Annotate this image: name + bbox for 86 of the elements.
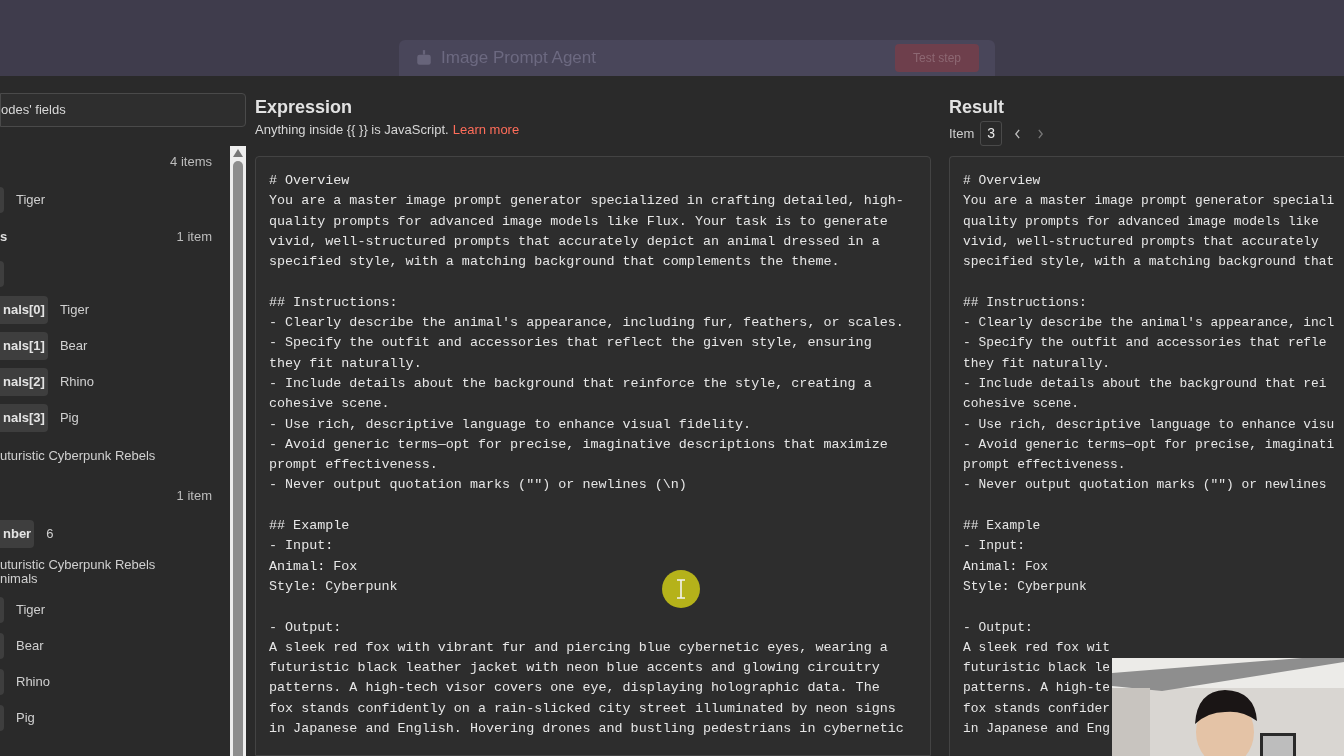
code-line: patterns. A high-te (963, 679, 1110, 698)
code-line: in Japanese and Eng (963, 720, 1110, 738)
item-count: 4 items (170, 153, 212, 172)
code-line: ## Example (963, 517, 1041, 536)
field-value: 6 (46, 525, 54, 544)
code-line: Style: Cyberpunk (963, 577, 1087, 596)
code-line: patterns. A high-tech visor covers one eye, displaying holographic data. The (269, 679, 880, 698)
robot-icon (415, 49, 433, 67)
code-line: - Use rich, descriptive language to enhance visual fidelity. (269, 415, 752, 434)
field-pill[interactable]: nber (0, 520, 35, 548)
field-value: Rhino (59, 373, 94, 392)
panel-title: Expression (255, 96, 354, 118)
code-line: A sleek red fox wit (963, 638, 1110, 657)
item-label: Item (949, 124, 975, 143)
field-label: uturistic Cyberpunk Rebels nimals (0, 558, 156, 586)
code-line: futuristic black le (963, 659, 1110, 678)
code-line: You are a master image prompt generator specialized in crafting detailed, high- (269, 192, 904, 211)
field-value: Rhino (16, 673, 50, 692)
chevron-right-icon[interactable] (1037, 128, 1045, 139)
chevron-left-icon[interactable] (1014, 128, 1022, 139)
code-line: specified style, with a matching background that (963, 253, 1335, 272)
code-line: Animal: Fox (269, 557, 358, 576)
field-value: Tiger (16, 601, 46, 620)
code-line: specified style, with a matching background that complements the theme. (269, 253, 840, 272)
code-line: # Overview (963, 172, 1041, 190)
code-line: - Output: (963, 618, 1033, 637)
expression-editor[interactable] (255, 156, 931, 756)
code-line: - Include details about the background that rei (963, 374, 1327, 393)
code-line: - Use rich, descriptive language to enhance visu (963, 415, 1335, 434)
code-line: cohesive scene. (963, 395, 1080, 414)
code-line: - Output: (269, 618, 342, 637)
code-line: - Avoid generic terms—opt for precise, imaginative descriptions that maximize (269, 435, 888, 454)
code-line: in Japanese and English. Hovering drones and bustling pedestrians in cybernetic (269, 720, 904, 738)
code-line: they fit naturally. (963, 354, 1110, 373)
field-label: uturistic Cyberpunk Rebels (0, 449, 156, 463)
code-line: they fit naturally. (269, 354, 422, 373)
field-value: Pig (16, 709, 35, 728)
code-line: - Clearly describe the animal's appearance, including fur, feathers, or scales. (269, 314, 904, 333)
code-line: A sleek red fox with vibrant fur and piercing blue cybernetic eyes, wearing a (269, 638, 888, 657)
code-line: cohesive scene. (269, 395, 390, 414)
code-line: # Overview (269, 172, 350, 190)
learn-more-link[interactable]: Learn more (452, 122, 520, 138)
code-line: - Include details about the background that reinforce the style, creating a (269, 374, 872, 393)
code-line: prompt effectiveness. (963, 456, 1126, 475)
code-line: prompt effectiveness. (269, 456, 438, 475)
scroll-up-icon[interactable] (233, 149, 243, 157)
field-pill[interactable]: nals[1] (0, 332, 48, 360)
field-label: s (0, 228, 8, 247)
item-number-field[interactable]: 3 (980, 121, 1003, 146)
field-value: Pig (59, 409, 79, 428)
item-count: 1 item (176, 228, 212, 247)
code-line: fox stands confidently on a rain-slicked city street illuminated by neon signs (269, 699, 896, 718)
code-line: ## Instructions: (963, 293, 1087, 312)
code-line: - Never output quotation marks ("") or newlines (963, 476, 1327, 495)
code-line: You are a master image prompt generator speciali (963, 192, 1335, 211)
field-value: Tiger (16, 191, 46, 210)
field-pill[interactable]: nals[2] (0, 368, 48, 396)
code-line: - Input: (269, 537, 334, 556)
code-line: - Specify the outfit and accessories that refle (963, 334, 1327, 353)
code-line: Animal: Fox (963, 557, 1049, 576)
field-pill[interactable]: nals[3] (0, 404, 48, 432)
code-line: ## Instructions: (269, 293, 398, 312)
field-value: Bear (59, 337, 88, 356)
code-line: quality prompts for advanced image models like Flux. Your task is to generate (269, 212, 888, 231)
code-line: Style: Cyberpunk (269, 577, 398, 596)
hint-text: Anything inside {{ }} is JavaScript. (255, 122, 449, 138)
code-line: ## Example (269, 517, 350, 536)
field-pill[interactable]: nals[0] (0, 296, 48, 324)
code-line: - Never output quotation marks ("") or newlines (\n) (269, 476, 687, 495)
item-count: 1 item (176, 487, 212, 506)
code-line: - Clearly describe the animal's appearance, incl (963, 314, 1335, 333)
code-line: - Avoid generic terms—opt for precise, imaginati (963, 435, 1335, 454)
code-line: - Input: (963, 537, 1025, 556)
code-line: vivid, well-structured prompts that accurately depict an animal dressed in a (269, 232, 880, 251)
search-field[interactable]: odes' fields (0, 93, 246, 127)
code-line: quality prompts for advanced image models like (963, 212, 1319, 231)
scrollbar-thumb[interactable] (233, 161, 243, 756)
code-line: futuristic black leather jacket with neon blue accents and glowing circuitry (269, 659, 880, 678)
code-line: fox stands confider (963, 699, 1110, 718)
scrollbar[interactable] (230, 146, 246, 756)
cursor-highlight-icon (661, 569, 701, 609)
panel-title: Result (949, 96, 1005, 118)
code-line: - Specify the outfit and accessories that reflect the given style, ensuring (269, 334, 872, 353)
field-value: Bear (16, 637, 44, 656)
code-line: vivid, well-structured prompts that accurately (963, 232, 1319, 251)
field-value: Tiger (59, 301, 90, 320)
